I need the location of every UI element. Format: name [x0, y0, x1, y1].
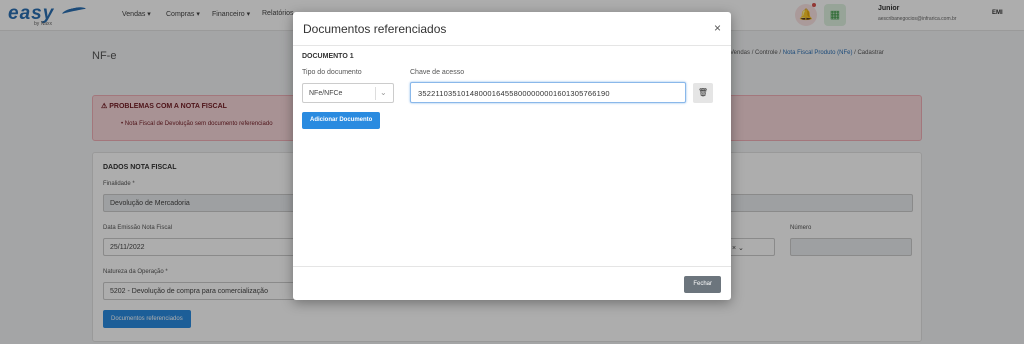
modal-header: Documentos referenciados × — [293, 12, 731, 46]
adicionar-documento-button[interactable]: Adicionar Documento — [302, 112, 381, 129]
chevron-down-icon[interactable]: ⌄ — [380, 88, 387, 97]
tipo-documento-label: Tipo do documento — [302, 69, 362, 76]
chave-acesso-label: Chave de acesso — [410, 69, 465, 76]
fechar-button[interactable]: Fechar — [684, 276, 721, 293]
close-icon[interactable]: × — [714, 21, 721, 35]
select-separator — [375, 87, 376, 100]
tipo-documento-select[interactable]: NFe/NFCe ⌄ — [302, 83, 394, 103]
trash-icon[interactable]: 🗑 — [693, 83, 713, 103]
tipo-documento-value: NFe/NFCe — [309, 90, 343, 97]
modal-title: Documentos referenciados — [303, 22, 447, 36]
modal-footer: Fechar — [293, 266, 731, 300]
document-section-title: DOCUMENTO 1 — [302, 53, 354, 60]
referenced-documents-modal: Documentos referenciados × DOCUMENTO 1 T… — [293, 12, 731, 300]
chave-acesso-input[interactable]: 3522110351014800016455800000000160130576… — [410, 82, 686, 103]
